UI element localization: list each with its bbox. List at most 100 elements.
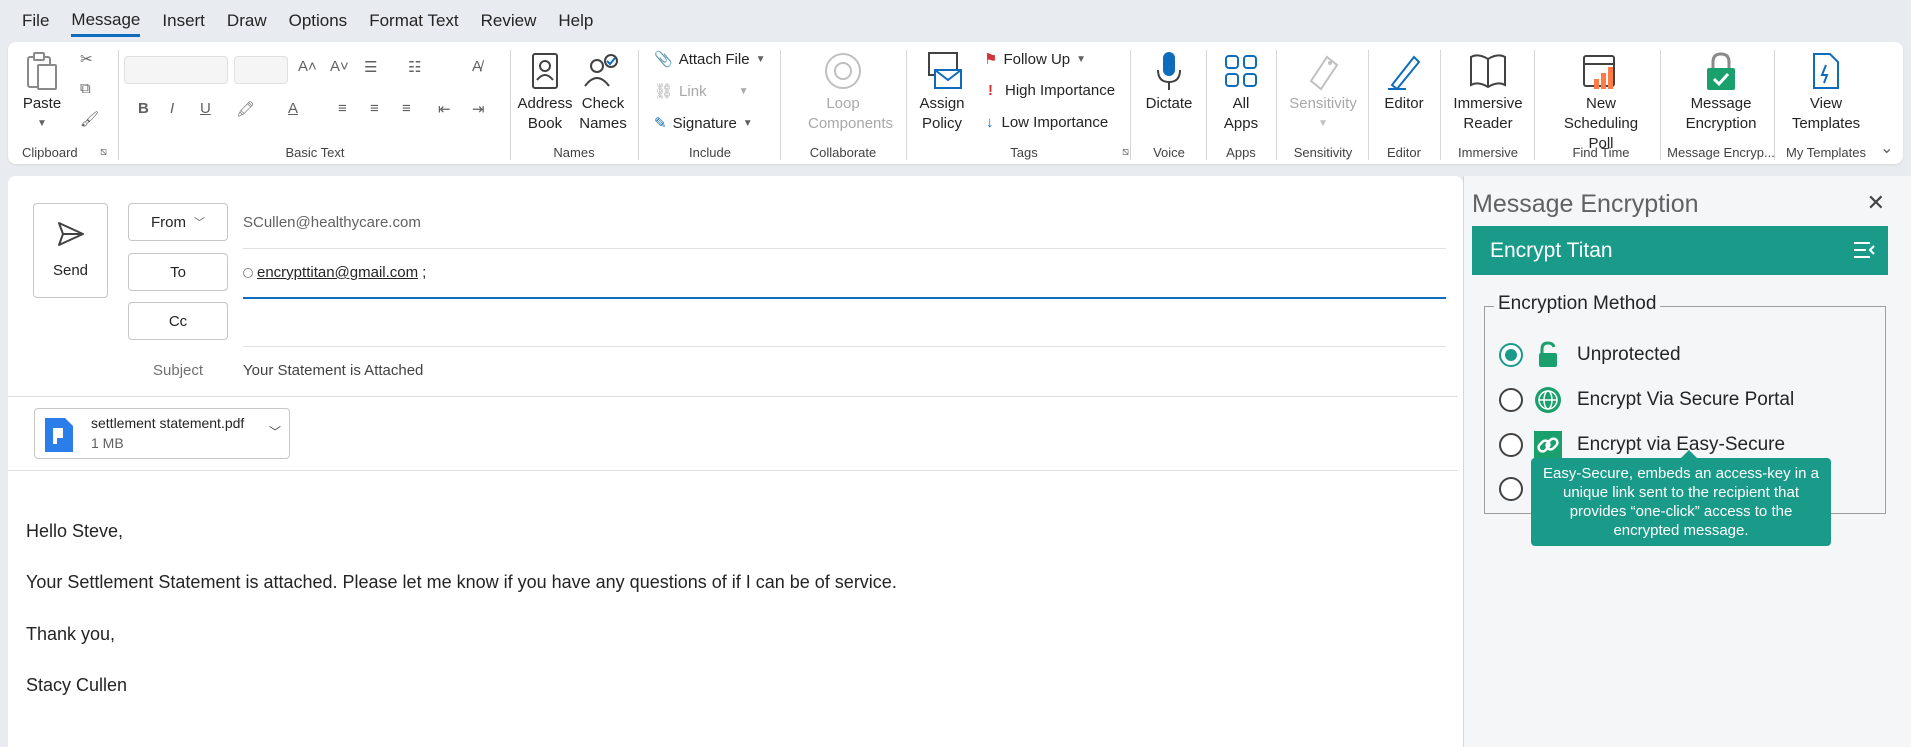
all-apps-button[interactable]: All Apps <box>1212 48 1270 134</box>
menu-format-text[interactable]: Format Text <box>369 7 458 35</box>
divider <box>510 50 511 160</box>
presence-icon <box>243 267 253 278</box>
sensitivity-button[interactable]: Sensitivity ▼ <box>1282 48 1364 134</box>
loop-components-label: Loop Components <box>808 95 894 132</box>
message-encryption-button[interactable]: Message Encryption <box>1666 48 1776 134</box>
menu-draw[interactable]: Draw <box>227 7 267 35</box>
paperclip-icon: 📎 <box>654 51 673 68</box>
shrink-font-icon[interactable]: A˅ <box>330 58 349 75</box>
calendar-chart-icon <box>1540 48 1662 94</box>
chevron-down-icon[interactable]: ﹀ <box>269 423 281 440</box>
check-names-button[interactable]: Check Names <box>574 48 632 134</box>
bullets-icon[interactable]: ☰ <box>364 58 377 76</box>
radio-unprotected[interactable] <box>1499 343 1523 367</box>
outdent-icon[interactable]: ⇤ <box>438 100 451 118</box>
assign-policy-label: Assign Policy <box>919 95 965 132</box>
paste-button[interactable]: Paste ▼ <box>20 48 64 134</box>
dialog-launcher-icon[interactable]: ⧅ <box>100 146 107 159</box>
flag-icon: ⚑ <box>984 51 998 68</box>
divider <box>906 50 907 160</box>
assign-policy-button[interactable]: Assign Policy <box>912 48 976 134</box>
address-book-button[interactable]: Address Book <box>516 48 574 134</box>
signature-button[interactable]: ✎ Signature ▼ <box>654 114 753 133</box>
encrypt-titan-header: Encrypt Titan <box>1472 226 1888 275</box>
radio-fourth[interactable] <box>1499 477 1523 501</box>
subject-input[interactable]: Your Statement is Attached <box>243 362 423 379</box>
italic-icon[interactable]: I <box>170 100 174 117</box>
encryption-method-legend: Encryption Method <box>1494 293 1661 315</box>
option-fourth[interactable] <box>1499 477 1523 501</box>
all-apps-label: All Apps <box>1223 95 1259 132</box>
menu-options[interactable]: Options <box>289 7 348 35</box>
menu-icon[interactable] <box>1852 240 1876 266</box>
menu-message[interactable]: Message <box>71 6 141 37</box>
font-name-combo[interactable] <box>124 56 228 84</box>
font-color-icon[interactable]: A <box>288 100 298 117</box>
copy-icon[interactable]: ⧉ <box>80 80 91 97</box>
dialog-launcher-icon[interactable]: ⧅ <box>1122 146 1129 159</box>
link-button[interactable]: ⛓ Link ▼ <box>654 82 748 101</box>
editor-label: Editor <box>1384 95 1424 112</box>
view-templates-button[interactable]: View Templates <box>1780 48 1872 134</box>
to-field[interactable]: encrypttitan@gmail.com; <box>243 264 426 281</box>
format-painter-icon[interactable]: 🖌 <box>80 110 99 128</box>
new-scheduling-poll-button[interactable]: New Scheduling Poll <box>1540 48 1662 154</box>
font-size-combo[interactable] <box>234 56 288 84</box>
address-book-icon <box>516 48 574 94</box>
body-greeting[interactable]: Hello Steve, <box>26 521 123 542</box>
option-unprotected[interactable]: Unprotected <box>1499 340 1681 370</box>
paste-label: Paste <box>22 95 62 112</box>
ribbon-collapse-icon[interactable]: ⌄ <box>1880 138 1893 158</box>
low-importance-button[interactable]: ↓ Low Importance <box>986 114 1108 131</box>
numbering-icon[interactable]: ☷ <box>408 58 421 76</box>
book-icon <box>1446 48 1530 94</box>
underline-icon[interactable]: U <box>200 100 211 117</box>
high-importance-button[interactable]: ! High Importance <box>988 82 1115 99</box>
option-secure-portal[interactable]: Encrypt Via Secure Portal <box>1499 385 1794 415</box>
menu-insert[interactable]: Insert <box>162 7 205 35</box>
divider <box>1276 50 1277 160</box>
menu-help[interactable]: Help <box>558 7 593 35</box>
immersive-reader-button[interactable]: Immersive Reader <box>1446 48 1530 134</box>
divider <box>1534 50 1535 160</box>
cc-label: Cc <box>168 312 188 330</box>
attachment-card[interactable]: settlement statement.pdf 1 MB ﹀ <box>34 408 290 459</box>
indent-icon[interactable]: ⇥ <box>472 100 485 118</box>
templates-group: View Templates My Templates <box>1776 42 1876 164</box>
editor-group: Editor Editor <box>1370 42 1438 164</box>
menu-file[interactable]: File <box>22 7 49 35</box>
follow-up-button[interactable]: ⚑ Follow Up ▼ <box>984 50 1086 69</box>
send-button[interactable]: Send <box>33 203 108 298</box>
highlight-icon[interactable]: 🖍 <box>236 100 255 118</box>
attach-file-button[interactable]: 📎 Attach File ▼ <box>654 50 765 69</box>
align-right-icon[interactable]: ≡ <box>402 100 411 117</box>
from-button[interactable]: From ﹀ <box>128 203 228 241</box>
apps-grid-icon <box>1212 48 1270 94</box>
body-closing[interactable]: Thank you, <box>26 624 115 645</box>
divider <box>1660 50 1661 160</box>
menu-bar: File Message Insert Draw Options Format … <box>0 0 1911 42</box>
align-center-icon[interactable]: ≡ <box>370 100 379 117</box>
loop-components-button[interactable]: Loop Components <box>790 48 896 134</box>
clear-format-icon[interactable]: A̸ <box>472 58 482 75</box>
close-icon[interactable]: ✕ <box>1867 190 1885 216</box>
grow-font-icon[interactable]: A˄ <box>298 58 317 75</box>
editor-button[interactable]: Editor <box>1374 48 1434 114</box>
recipient-chip[interactable]: encrypttitan@gmail.com <box>257 264 418 281</box>
body-paragraph[interactable]: Your Settlement Statement is attached. P… <box>26 572 897 593</box>
signature-label: Signature <box>672 114 737 132</box>
menu-review[interactable]: Review <box>481 7 537 35</box>
radio-easy-secure[interactable] <box>1499 433 1523 457</box>
cut-icon[interactable]: ✂ <box>80 50 93 68</box>
cc-button[interactable]: Cc <box>128 302 228 340</box>
to-label: To <box>170 263 186 281</box>
dictate-button[interactable]: Dictate <box>1136 48 1202 114</box>
to-button[interactable]: To <box>128 253 228 291</box>
bold-icon[interactable]: B <box>138 100 149 117</box>
body-signature[interactable]: Stacy Cullen <box>26 675 127 696</box>
radio-secure-portal[interactable] <box>1499 388 1523 412</box>
align-left-icon[interactable]: ≡ <box>338 100 347 117</box>
collaborate-label: Collaborate <box>809 145 877 160</box>
easy-secure-tooltip: Easy-Secure, embeds an access-key in a u… <box>1531 450 1831 546</box>
option-easy-secure[interactable]: Encrypt via Easy-Secure <box>1499 430 1785 460</box>
